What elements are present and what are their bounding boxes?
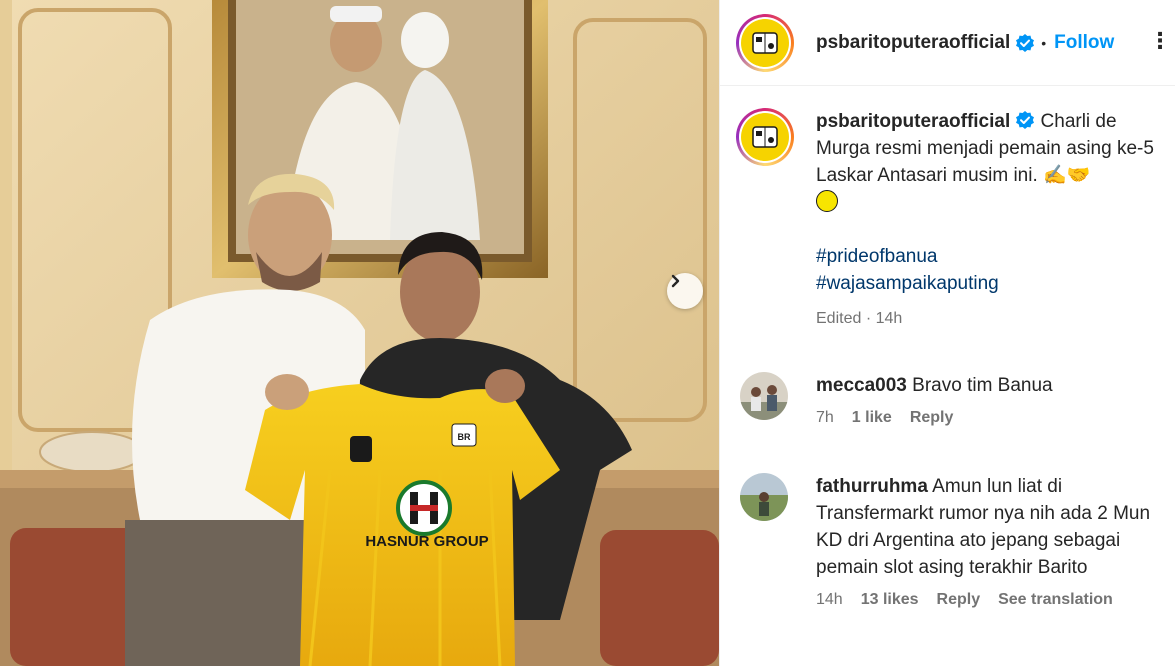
caption-username[interactable]: psbaritoputeraofficial	[816, 111, 1010, 132]
caption-time[interactable]: 14h	[876, 310, 903, 327]
verified-badge-icon	[1016, 111, 1035, 129]
commenter-photo	[740, 473, 788, 521]
jersey-crest-text: BR	[458, 432, 471, 442]
reply-button[interactable]: Reply	[937, 591, 981, 609]
header-username[interactable]: psbaritoputeraofficial	[816, 32, 1010, 54]
comment-time[interactable]: 7h	[816, 409, 834, 427]
post-header: psbaritoputeraofficial • Follow ⋮	[720, 0, 1175, 86]
comment-item: mecca003 Bravo tim Banua 7h 1 like Reply	[740, 372, 1160, 427]
jersey-brand-text: HASNUR GROUP	[365, 533, 488, 550]
comment-item: fathurruhma Amun lun liat di Transfermar…	[740, 473, 1160, 609]
commenter-avatar[interactable]	[740, 473, 788, 521]
post-caption: psbaritoputeraofficial Charli de Murga r…	[736, 108, 1166, 332]
comment-text: Bravo tim Banua	[912, 375, 1053, 396]
more-options-icon[interactable]: ⋮	[1149, 30, 1171, 52]
see-translation-button[interactable]: See translation	[998, 591, 1113, 609]
chevron-right-icon	[671, 274, 680, 288]
hashtag-link[interactable]: #prideofbanua	[816, 243, 1166, 270]
commenter-photo	[740, 372, 788, 420]
post-photo[interactable]: HASNUR GROUP BR	[0, 0, 719, 666]
reply-button[interactable]: Reply	[910, 409, 954, 427]
post-side-panel: psbaritoputeraofficial • Follow ⋮ psbari…	[719, 0, 1175, 666]
commenter-avatar[interactable]	[740, 372, 788, 420]
follow-button[interactable]: Follow	[1054, 32, 1114, 54]
comment-likes[interactable]: 1 like	[852, 409, 892, 427]
comment-actions: 7h 1 like Reply	[816, 409, 1160, 427]
carousel-next-button[interactable]	[667, 273, 703, 309]
club-crest-icon	[752, 126, 778, 148]
header-separator: •	[1041, 34, 1047, 51]
profile-avatar[interactable]	[736, 13, 794, 72]
comment-actions: 14h 13 likes Reply See translation	[816, 591, 1160, 609]
caption-emojis: ✍️🤝	[1043, 165, 1091, 186]
comment-username[interactable]: fathurruhma	[816, 476, 928, 497]
comment-username[interactable]: mecca003	[816, 375, 907, 396]
post-photo-illustration: HASNUR GROUP BR	[0, 0, 719, 666]
verified-badge-icon	[1016, 33, 1035, 52]
caption-meta: Edited · 14h	[816, 310, 903, 327]
edited-label: Edited	[816, 310, 862, 327]
comment-time[interactable]: 14h	[816, 591, 843, 609]
hashtag-link[interactable]: #wajasampaikaputing	[816, 270, 1166, 297]
comment-likes[interactable]: 13 likes	[861, 591, 919, 609]
club-crest-icon	[752, 31, 778, 54]
yellow-circle-emoji-icon	[816, 190, 838, 212]
caption-avatar[interactable]	[736, 108, 794, 166]
